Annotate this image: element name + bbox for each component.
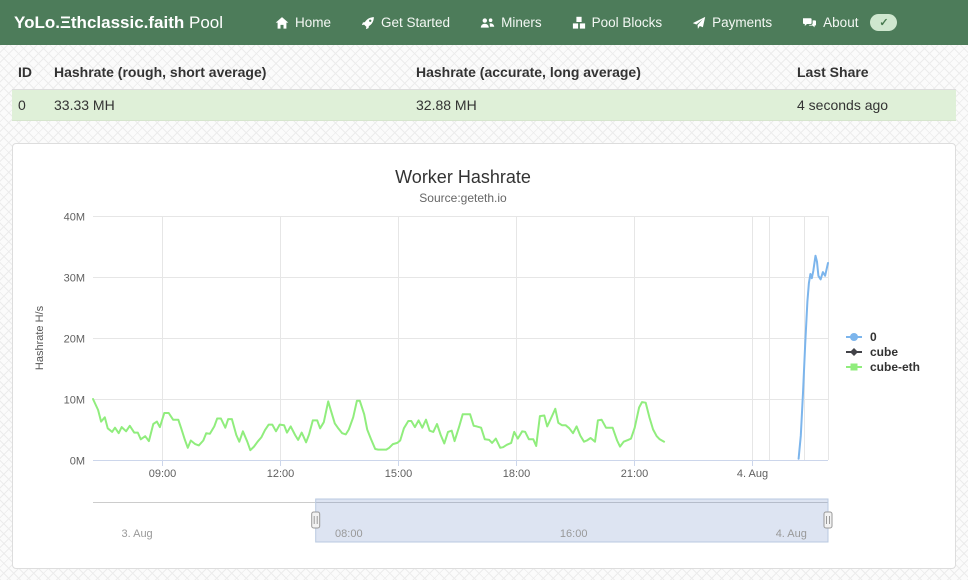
nav-links: Home Get Started Miners Pool Blocks Paym… [275,14,898,31]
series-line-0[interactable] [797,254,829,460]
x-tick-label: 21:00 [621,468,649,480]
x-tick-label: 09:00 [149,468,177,480]
table-header-row: ID Hashrate (rough, short average) Hashr… [12,55,956,90]
y-tick-label: 0M [70,456,85,468]
cell-last-share: 4 seconds ago [791,89,956,121]
legend-label: cube [870,345,899,359]
cell-hashrate-long: 32.88 MH [410,89,791,121]
cell-worker-id: 0 [12,89,48,121]
legend-item-cube-eth[interactable]: cube-eth [845,360,920,374]
nav-item-payments[interactable]: Payments [692,15,772,30]
nav-item-about[interactable]: About ✓ [802,14,898,31]
comments-icon [803,17,817,27]
legend-label: 0 [870,330,877,344]
nav-item-label: About [823,15,859,30]
nav-item-pool-blocks[interactable]: Pool Blocks [572,15,663,30]
brand-link[interactable]: YoLo.Ξthclassic.faith Pool [14,13,223,33]
nav-item-label: Miners [501,15,542,30]
series-line-cube-eth[interactable] [92,398,666,452]
legend-marker-square-icon [846,363,862,371]
worker-table: ID Hashrate (rough, short average) Hashr… [12,55,956,121]
hashrate-chart: Worker Hashrate Source:geteth.io Hashrat… [34,167,833,543]
chart-legend: 0 cube cube-eth [845,330,920,374]
chart-subtitle: Source:geteth.io [419,191,507,205]
table-row: 0 33.33 MH 32.88 MH 4 seconds ago [12,89,956,121]
legend-marker-circle-icon [846,333,862,341]
nav-item-home[interactable]: Home [275,15,331,30]
y-tick-label: 20M [64,334,85,346]
nav-item-label: Home [295,15,332,30]
legend-item-cube[interactable]: cube [845,345,920,359]
brand-bold-text: YoLo.Ξthclassic.faith [14,12,185,32]
x-tick-label: 4. Aug [737,468,768,480]
y-axis-title: Hashrate H/s [34,305,46,370]
nav-item-label: Pool Blocks [591,15,663,30]
navigator-tick-label: 4. Aug [776,528,807,540]
navigator-right-handle[interactable] [823,511,833,529]
brand-regular-text: Pool [184,12,224,32]
nav-item-get-started[interactable]: Get Started [361,15,450,30]
navbar: YoLo.Ξthclassic.faith Pool Home Get Star… [0,0,968,45]
y-tick-label: 10M [64,395,85,407]
navigator-tick-label: 16:00 [560,528,588,540]
status-badge: ✓ [870,14,898,31]
col-header-hashrate-long: Hashrate (accurate, long average) [410,55,791,90]
home-icon [275,16,289,29]
legend-marker-diamond-icon [846,348,862,356]
col-header-hashrate-short: Hashrate (rough, short average) [48,55,410,90]
navigator-tick-label: 08:00 [335,528,363,540]
navigator-tick-label: 3. Aug [121,528,152,540]
nav-item-miners[interactable]: Miners [480,15,542,30]
nav-item-label: Get Started [381,15,451,30]
check-icon: ✓ [879,17,889,29]
chart-title: Worker Hashrate [395,167,531,187]
col-header-id: ID [12,55,48,90]
users-icon [480,17,495,28]
y-tick-label: 30M [64,273,85,285]
cubes-icon [572,16,585,29]
legend-label: cube-eth [870,360,921,374]
legend-item-0[interactable]: 0 [845,330,920,344]
worker-hashrate-chart-panel: Worker Hashrate Source:geteth.io Hashrat… [12,143,956,569]
rocket-icon [361,16,374,29]
nav-item-label: Payments [712,15,773,30]
x-tick-label: 12:00 [267,468,295,480]
navigator-left-handle[interactable] [311,511,321,529]
paper-plane-icon [692,16,706,29]
cell-hashrate-short: 33.33 MH [48,89,410,121]
x-tick-label: 15:00 [385,468,413,480]
col-header-last-share: Last Share [791,55,956,90]
worker-table-section: ID Hashrate (rough, short average) Hashr… [12,55,956,121]
x-tick-label: 18:00 [503,468,531,480]
y-tick-label: 40M [64,212,85,224]
